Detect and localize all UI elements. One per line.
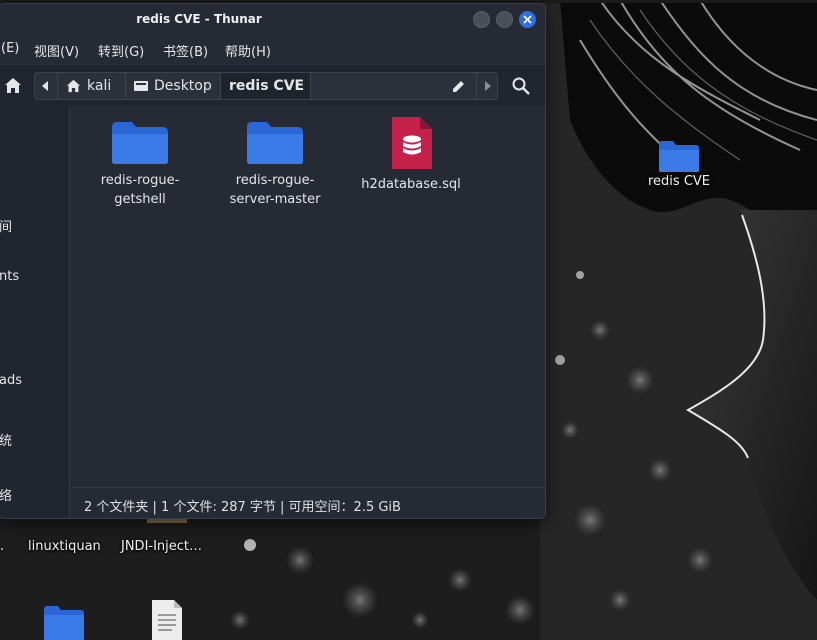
edit-location-icon[interactable]: [452, 80, 465, 93]
file-item-redis-rogue-server-master[interactable]: redis-rogue- server-master: [215, 119, 335, 209]
file-name-line2: server-master: [229, 192, 321, 207]
crumb-redis-cve[interactable]: redis CVE: [221, 73, 311, 99]
sidebar-item-filesystem[interactable]: 统: [0, 430, 12, 449]
database-file-icon: [392, 117, 432, 169]
sidebar: 间 nts ads 统 络: [0, 107, 70, 518]
menu-help[interactable]: 帮助(H): [225, 41, 271, 60]
file-name: h2database.sql: [361, 175, 461, 194]
drive-icon: [134, 81, 148, 91]
close-button[interactable]: [519, 11, 536, 28]
folder-icon: [44, 606, 84, 640]
desktop-icon-text-file[interactable]: [150, 598, 184, 640]
file-item-h2database-sql[interactable]: h2database.sql: [351, 115, 471, 194]
desktop-icon-label-partial[interactable]: .: [0, 539, 4, 554]
status-bar: 2 个文件夹 | 1 个文件: 287 字节 | 可用空间：2.5 GiB: [70, 487, 545, 518]
file-name-line2: getshell: [114, 192, 166, 207]
text-file-icon: [152, 600, 182, 640]
crumb-label: redis CVE: [229, 78, 305, 94]
folder-icon: [247, 122, 303, 164]
menu-edit[interactable]: (E): [1, 41, 19, 56]
desktop-icon-redis-cve[interactable]: redis CVE: [648, 138, 710, 189]
crumb-kali[interactable]: kali: [58, 73, 126, 99]
title-bar[interactable]: redis CVE - Thunar: [0, 4, 545, 34]
menu-go[interactable]: 转到(G): [98, 41, 144, 60]
toolbar: kali Desktop redis CVE: [0, 64, 545, 108]
sidebar-item-partial-1[interactable]: 间: [0, 216, 12, 235]
window-title: redis CVE - Thunar: [136, 12, 262, 26]
home-icon[interactable]: [4, 77, 22, 94]
folder-icon: [659, 141, 699, 172]
path-scroll-right[interactable]: [476, 73, 497, 99]
file-view: redis-rogue- getshell redis-rogue- serve…: [70, 107, 545, 487]
crumb-label: Desktop: [154, 78, 212, 94]
desktop-icon-label: redis CVE: [648, 174, 711, 189]
file-name: redis-rogue- server-master: [230, 171, 321, 209]
maximize-button[interactable]: [496, 11, 513, 28]
file-item-redis-rogue-getshell[interactable]: redis-rogue- getshell: [80, 119, 200, 209]
menu-bar: (E) 视图(V) 转到(G) 书签(B) 帮助(H): [0, 36, 545, 62]
folder-icon: [112, 122, 168, 164]
menu-view[interactable]: 视图(V): [34, 41, 79, 60]
crumb-desktop[interactable]: Desktop: [126, 73, 221, 99]
desktop-icon-linuxtiquan[interactable]: linuxtiquan: [28, 539, 101, 554]
status-text: 2 个文件夹 | 1 个文件: 287 字节 | 可用空间：2.5 GiB: [84, 500, 401, 515]
search-icon[interactable]: [512, 77, 530, 95]
home-icon: [66, 79, 81, 93]
sidebar-item-documents[interactable]: nts: [0, 269, 19, 284]
file-name-line1: redis-rogue-: [235, 173, 315, 188]
menu-bookmarks[interactable]: 书签(B): [163, 41, 208, 60]
minimize-button[interactable]: [473, 11, 490, 28]
desktop-icon-folder-bottom[interactable]: [42, 603, 86, 640]
path-scroll-left[interactable]: [35, 73, 58, 99]
close-icon: [523, 15, 532, 24]
sidebar-item-network[interactable]: 络: [0, 485, 12, 504]
file-name-line1: redis-rogue-: [100, 173, 180, 188]
crumb-label: kali: [87, 78, 112, 94]
arrow-left-icon: [42, 81, 48, 91]
file-name: redis-rogue- getshell: [101, 171, 180, 209]
path-bar: kali Desktop redis CVE: [34, 72, 498, 100]
file-name-line1: h2database.sql: [361, 177, 461, 192]
arrow-right-icon: [485, 81, 491, 91]
file-manager-window: redis CVE - Thunar (E) 视图(V) 转到(G) 书签(B)…: [0, 3, 546, 519]
sidebar-item-downloads[interactable]: ads: [0, 373, 22, 388]
desktop-icon-jndi-inject[interactable]: JNDI-Inject…: [121, 539, 202, 554]
